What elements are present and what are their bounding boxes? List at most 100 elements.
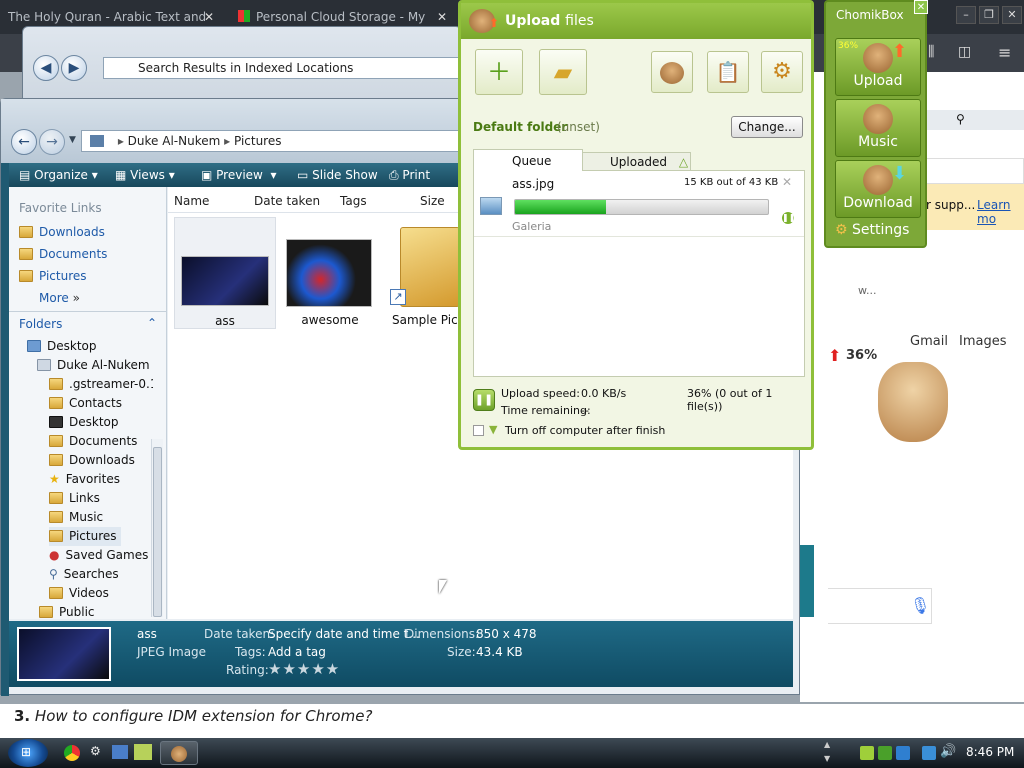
chomik-account-button[interactable] — [651, 51, 693, 93]
settings-button[interactable]: ⚙ Settings — [835, 222, 921, 244]
minimize-icon[interactable]: – — [956, 6, 976, 24]
close-window-icon[interactable]: ✕ — [1002, 6, 1022, 24]
organize-button[interactable]: ▤ Organize ▾ — [19, 163, 98, 187]
forward-icon[interactable]: → — [39, 129, 65, 155]
more-link[interactable]: More » — [39, 291, 80, 305]
views-button[interactable]: ▦ Views ▾ — [115, 163, 175, 187]
pause-all-button[interactable]: ❚❚ — [473, 389, 495, 411]
paste-button[interactable]: 📋 — [707, 51, 749, 93]
start-button[interactable]: ⊞ — [8, 739, 48, 767]
tree-item-searches[interactable]: ⚲ Searches — [49, 565, 119, 584]
tree-item-desktop[interactable]: Desktop — [27, 337, 97, 356]
restore-icon[interactable]: ❐ — [979, 6, 999, 24]
microphone-icon[interactable]: 🎙 — [910, 596, 930, 615]
chevron-up-icon[interactable]: ⌃ — [147, 316, 157, 330]
tray-network-icon[interactable] — [878, 746, 892, 760]
fav-label: Downloads — [39, 225, 105, 239]
tab-queue[interactable]: Queue — [473, 149, 583, 171]
column-name[interactable]: Name — [174, 191, 209, 211]
tree-item-downloads[interactable]: Downloads — [49, 451, 135, 470]
tree-item-desktop2[interactable]: Desktop — [49, 413, 119, 432]
gmail-link[interactable]: Gmail — [910, 334, 948, 349]
change-button[interactable]: Change... — [731, 116, 803, 138]
turn-off-checkbox[interactable] — [473, 425, 484, 436]
tree-item-music[interactable]: Music — [49, 508, 103, 527]
settings-button[interactable]: ⚙ — [761, 51, 803, 93]
tray-app-icon[interactable] — [896, 746, 910, 760]
library-icon[interactable]: ⫼ — [928, 44, 934, 60]
back-icon[interactable]: ← — [11, 129, 37, 155]
scrollbar-thumb[interactable] — [153, 447, 162, 617]
pause-icon[interactable]: ❚❚ — [782, 212, 795, 224]
images-link[interactable]: Images — [959, 334, 1007, 349]
tray-chomik-icon[interactable] — [860, 746, 874, 760]
column-date-taken[interactable]: Date taken — [254, 191, 320, 211]
file-item-ass[interactable]: ass — [174, 217, 276, 329]
tree-item-gstreamer[interactable]: .gstreamer-0.1 — [49, 375, 153, 394]
file-name: ass — [215, 314, 235, 328]
add-folder-button[interactable]: ▰ — [539, 49, 587, 95]
gear-icon: ⚙ — [772, 59, 792, 84]
remove-icon[interactable]: ✕ — [782, 175, 792, 189]
folders-header[interactable]: Folders ⌃ — [9, 311, 167, 335]
upload-button[interactable]: 36% ⬆ Upload — [835, 38, 921, 96]
file-item-sample-pictures[interactable]: ↗ Sample Pictu — [386, 217, 470, 329]
search-address-bar[interactable]: Search Results in Indexed Locations — [103, 57, 463, 79]
tab-uploaded[interactable]: Uploaded △ — [581, 152, 691, 171]
tree-item-pictures[interactable]: Pictures — [49, 527, 121, 546]
tree-item-user[interactable]: Duke Al-Nukem — [37, 356, 150, 375]
tree-item-saved-games[interactable]: ● Saved Games — [49, 546, 148, 565]
page-caption: 3. How to configure IDM extension for Ch… — [0, 704, 1024, 738]
taskbar-chomikbox[interactable] — [160, 741, 198, 765]
tree-item-favorites[interactable]: ★ Favorites — [49, 470, 120, 489]
tree-item-contacts[interactable]: Contacts — [49, 394, 122, 413]
tree-label: Desktop — [47, 339, 97, 353]
back-icon[interactable]: ◀ — [33, 55, 59, 81]
column-size[interactable]: Size — [420, 191, 445, 211]
ie-icon[interactable]: ⚙ — [90, 744, 101, 758]
folder-icon — [90, 135, 104, 147]
desktop-shortcut-icon[interactable] — [112, 745, 128, 759]
file-item-awesome[interactable]: awesome — [282, 217, 378, 329]
fav-downloads[interactable]: Downloads — [19, 225, 105, 239]
tree-item-public[interactable]: Public — [39, 603, 95, 619]
date-taken-value[interactable]: Specify date and time t... — [268, 627, 420, 641]
download-button[interactable]: ⬇ Download — [835, 160, 921, 218]
queue-item[interactable]: ass.jpg 15 KB out of 43 KB ✕ ❚❚ Galeria — [474, 171, 804, 237]
change-label: Change... — [738, 120, 796, 134]
tree-scrollbar[interactable] — [151, 439, 163, 617]
tray-monitor-icon[interactable] — [922, 746, 936, 760]
tree-item-links[interactable]: Links — [49, 489, 100, 508]
tree-item-documents[interactable]: Documents — [49, 432, 137, 451]
chevron-down-icon[interactable]: ▼ — [69, 135, 76, 145]
preview-button[interactable]: ▣ Preview ▾ — [201, 163, 277, 187]
tree-label: Searches — [63, 567, 119, 581]
breadcrumb-pictures[interactable]: Pictures — [234, 134, 282, 148]
music-button[interactable]: Music — [835, 99, 921, 157]
column-tags[interactable]: Tags — [340, 191, 367, 211]
upload-titlebar: ⬆ Upload files — [461, 3, 811, 39]
rating-stars[interactable]: ★★★★★ — [268, 660, 340, 678]
app-icon[interactable] — [134, 744, 152, 760]
fav-documents[interactable]: Documents — [19, 247, 107, 261]
fav-label: Documents — [39, 247, 108, 261]
slideshow-button[interactable]: ▭ Slide Show — [297, 163, 378, 187]
chrome-icon[interactable] — [64, 745, 80, 761]
learn-more-link[interactable]: Learn mo — [977, 198, 1024, 226]
close-icon[interactable]: ✕ — [914, 0, 928, 14]
taskbar-clock[interactable]: 8:46 PM — [966, 745, 1014, 759]
scroll-down-icon[interactable]: ▼ — [824, 754, 830, 763]
fav-pictures[interactable]: Pictures — [19, 269, 87, 283]
sidebar-icon[interactable]: ◫ — [958, 44, 971, 60]
account-icon[interactable]: ⚲ — [956, 112, 965, 126]
menu-icon[interactable]: ≡ — [998, 43, 1011, 62]
tree-item-videos[interactable]: Videos — [49, 584, 109, 603]
upload-queue: ass.jpg 15 KB out of 43 KB ✕ ❚❚ Galeria — [473, 170, 805, 377]
tags-value[interactable]: Add a tag — [268, 645, 326, 659]
print-button[interactable]: ⎙ Print — [389, 163, 430, 187]
scroll-up-icon[interactable]: ▲ — [824, 740, 830, 749]
add-file-button[interactable]: ＋ — [475, 49, 523, 95]
forward-icon[interactable]: ▶ — [61, 55, 87, 81]
breadcrumb-user[interactable]: Duke Al-Nukem — [128, 134, 221, 148]
volume-icon[interactable]: 🔊 — [940, 744, 956, 759]
